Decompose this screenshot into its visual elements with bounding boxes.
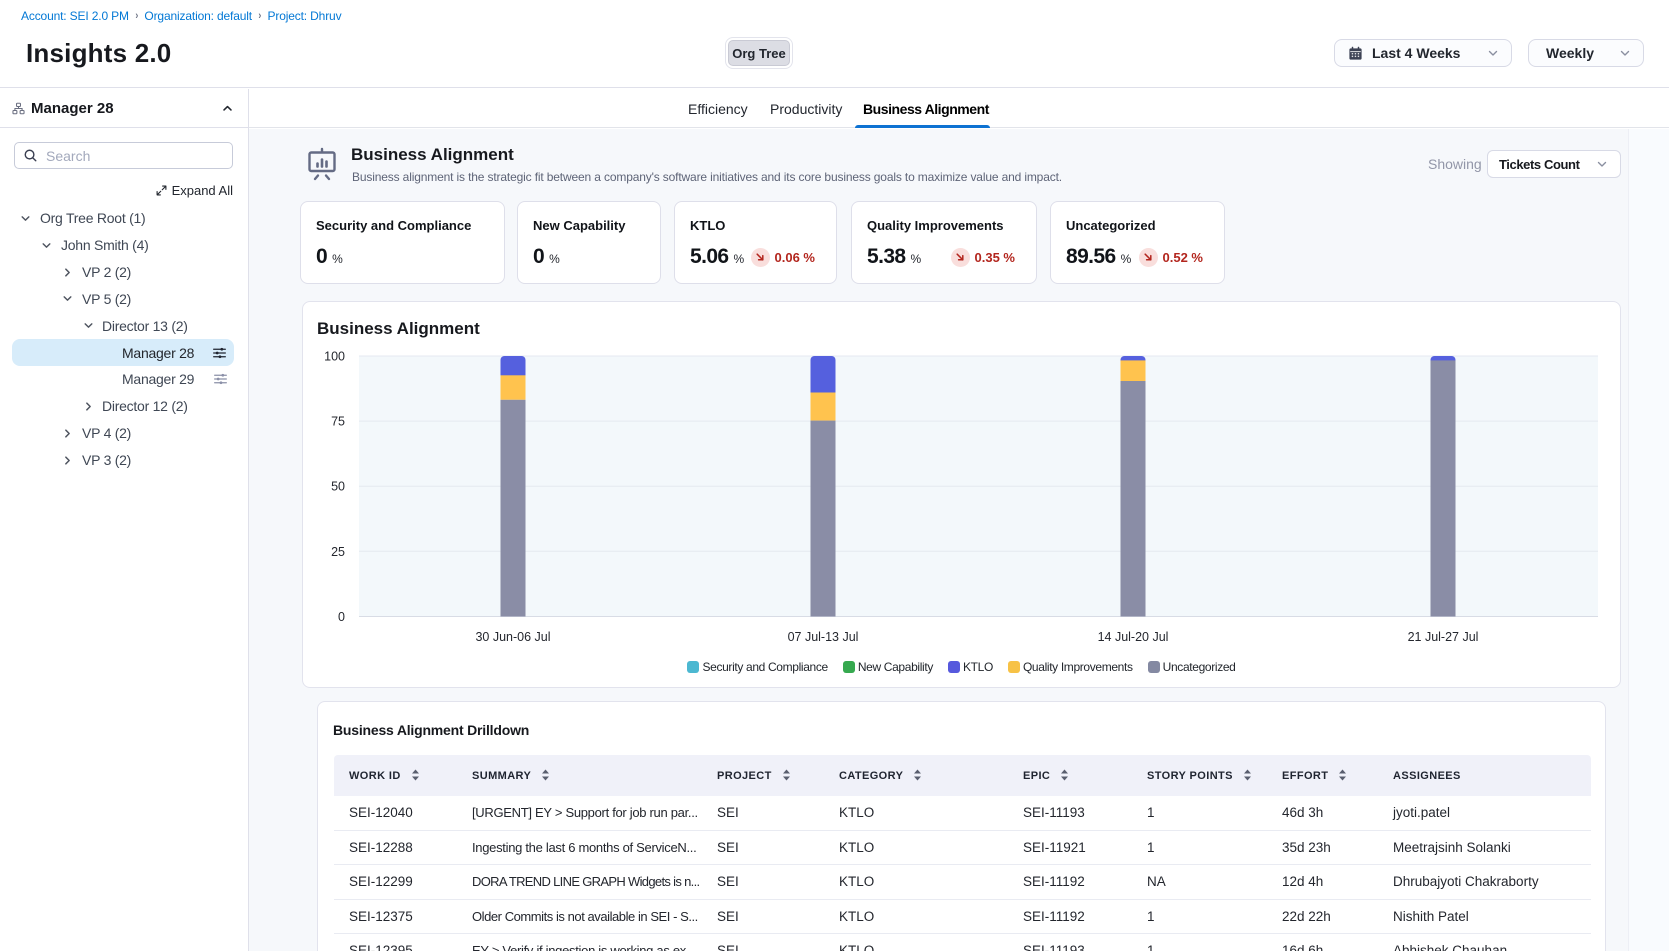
svg-text:100: 100 (324, 350, 345, 364)
svg-text:30 Jun-06 Jul: 30 Jun-06 Jul (475, 630, 550, 644)
svg-text:50: 50 (331, 480, 345, 494)
svg-text:07 Jul-13 Jul: 07 Jul-13 Jul (788, 630, 859, 644)
svg-text:21 Jul-27 Jul: 21 Jul-27 Jul (1408, 630, 1479, 644)
svg-text:14 Jul-20 Jul: 14 Jul-20 Jul (1098, 630, 1169, 644)
svg-text:25: 25 (331, 545, 345, 559)
svg-text:75: 75 (331, 415, 345, 429)
svg-text:0: 0 (338, 610, 345, 624)
